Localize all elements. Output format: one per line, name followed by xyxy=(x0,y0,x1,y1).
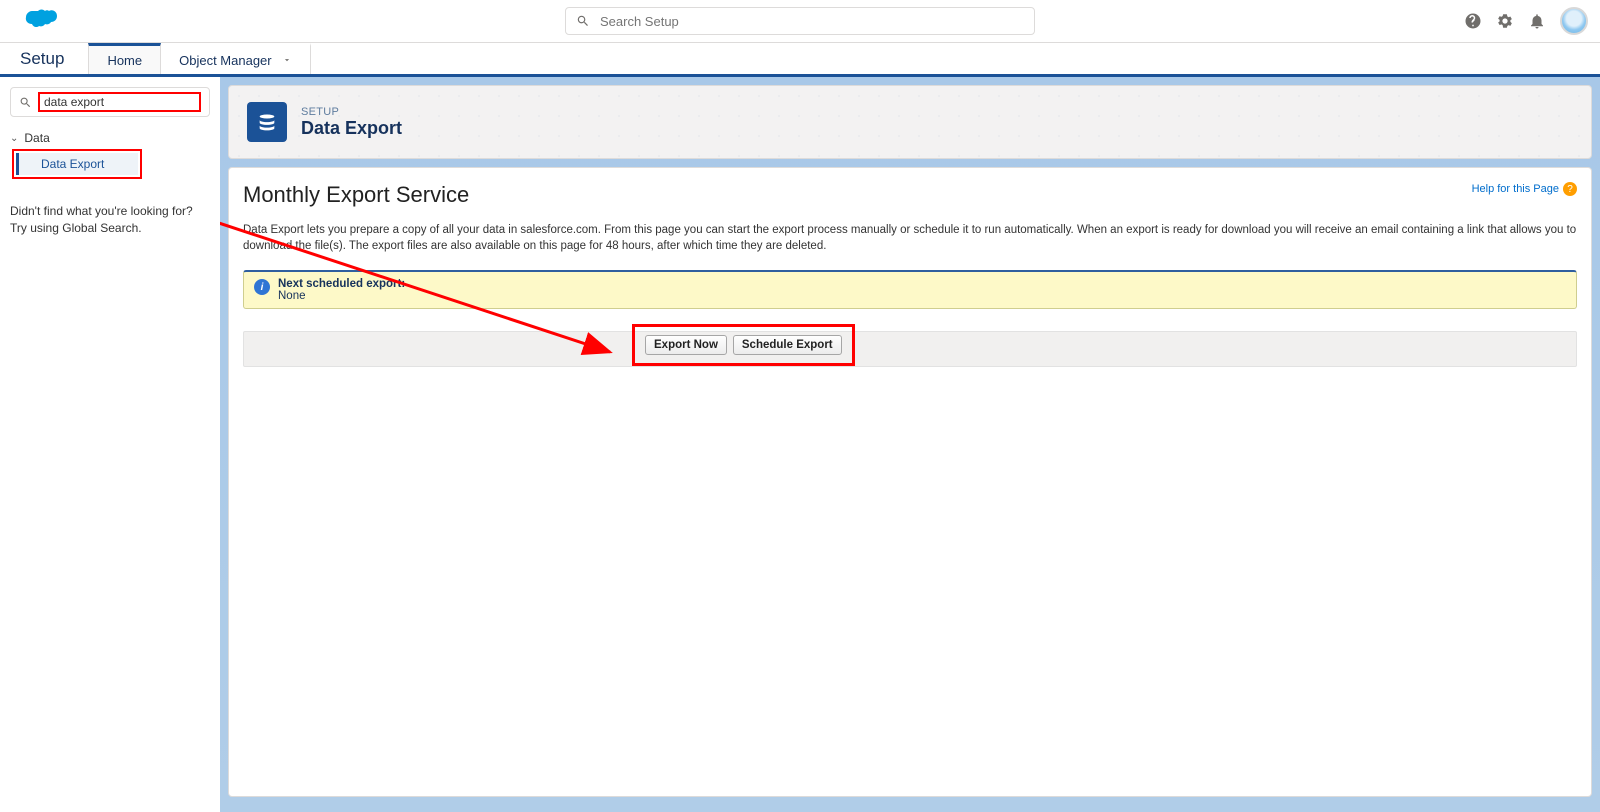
setup-sidebar: ⌄ Data Data Export Didn't find what you'… xyxy=(0,77,220,812)
tab-label: Object Manager xyxy=(179,53,272,68)
help-icon: ? xyxy=(1563,182,1577,196)
schedule-export-button[interactable]: Schedule Export xyxy=(733,335,842,355)
not-found-line2: Try using Global Search. xyxy=(10,221,142,235)
search-icon xyxy=(19,96,32,109)
page-header-crumb: SETUP xyxy=(301,106,402,118)
bell-icon[interactable] xyxy=(1528,12,1546,30)
tree-category-data[interactable]: ⌄ Data xyxy=(10,131,210,145)
next-export-label: Next scheduled export: xyxy=(278,278,405,290)
info-text: Next scheduled export: None xyxy=(278,278,405,302)
global-header xyxy=(0,0,1600,43)
tab-object-manager[interactable]: Object Manager xyxy=(161,43,311,74)
quick-find-input[interactable] xyxy=(44,95,195,109)
global-search-input[interactable] xyxy=(600,14,1024,29)
service-header: Monthly Export Service Help for this Pag… xyxy=(243,182,1577,208)
setup-nav-bar: Setup Home Object Manager xyxy=(0,43,1600,77)
annotation-highlight: Data Export xyxy=(12,149,142,179)
main-area: SETUP Data Export Monthly Export Service… xyxy=(220,77,1600,812)
page-header: SETUP Data Export xyxy=(228,85,1592,159)
setup-nav-title: Setup xyxy=(20,43,88,74)
tab-label: Home xyxy=(107,53,142,68)
annotation-highlight xyxy=(38,92,201,112)
next-export-info: i Next scheduled export: None xyxy=(243,270,1577,309)
page-title: Data Export xyxy=(301,118,402,139)
action-bar: Export Now Schedule Export xyxy=(243,331,1577,367)
data-export-icon xyxy=(247,102,287,142)
not-found-hint: Didn't find what you're looking for? Try… xyxy=(10,203,210,238)
search-icon xyxy=(576,14,590,28)
header-utility-icons xyxy=(1464,7,1588,35)
service-description: Data Export lets you prepare a copy of a… xyxy=(243,222,1577,254)
annotation-highlight: Export Now Schedule Export xyxy=(632,324,855,366)
not-found-line1: Didn't find what you're looking for? xyxy=(10,204,193,218)
global-search[interactable] xyxy=(565,7,1035,35)
tab-home[interactable]: Home xyxy=(88,43,161,74)
gear-icon[interactable] xyxy=(1496,12,1514,30)
content-card: Monthly Export Service Help for this Pag… xyxy=(228,167,1592,797)
chevron-down-icon: ⌄ xyxy=(10,133,18,144)
quick-find[interactable] xyxy=(10,87,210,117)
tree-item-data-export[interactable]: Data Export xyxy=(16,153,138,175)
info-icon: i xyxy=(254,279,270,295)
salesforce-logo[interactable] xyxy=(24,7,60,36)
user-avatar[interactable] xyxy=(1560,7,1588,35)
help-icon[interactable] xyxy=(1464,12,1482,30)
tree-category-label: Data xyxy=(24,131,49,145)
help-link[interactable]: Help for this Page ? xyxy=(1472,182,1577,196)
chevron-down-icon xyxy=(282,53,292,68)
next-export-value: None xyxy=(278,290,405,302)
help-label: Help for this Page xyxy=(1472,183,1559,195)
service-title: Monthly Export Service xyxy=(243,182,469,208)
export-now-button[interactable]: Export Now xyxy=(645,335,727,355)
page-header-text: SETUP Data Export xyxy=(301,106,402,139)
body: ⌄ Data Data Export Didn't find what you'… xyxy=(0,77,1600,812)
